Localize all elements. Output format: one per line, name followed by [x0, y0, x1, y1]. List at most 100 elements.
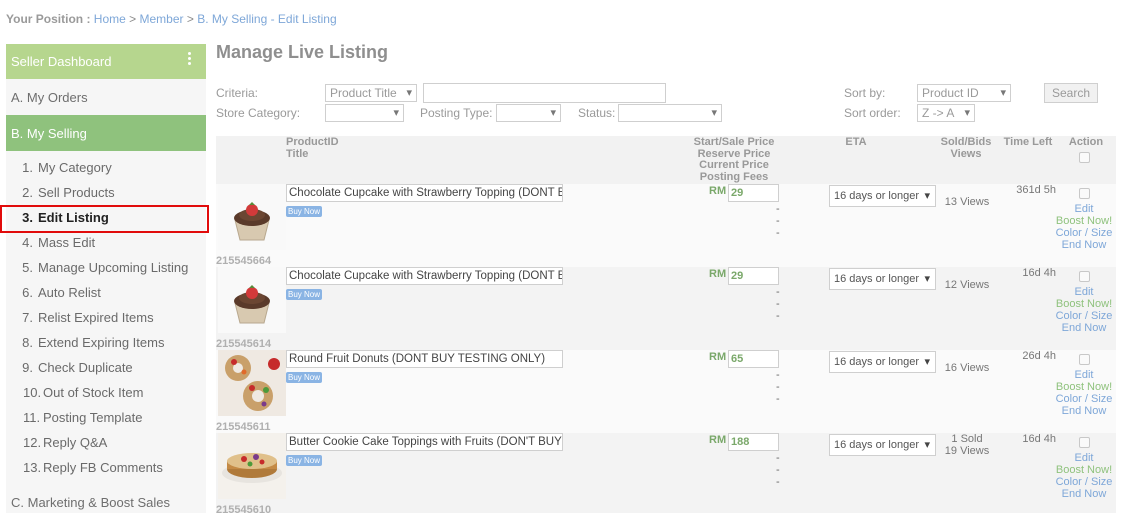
price-input[interactable]: 65	[728, 350, 779, 368]
seller-dashboard-header[interactable]: Seller Dashboard	[6, 44, 206, 79]
eta-select[interactable]: 16 days or longer	[829, 185, 936, 207]
color-size-link[interactable]: Color / Size	[1052, 227, 1116, 239]
product-title-input[interactable]: Butter Cookie Cake Toppings with Fruits …	[286, 433, 563, 451]
boost-now-link[interactable]: Boost Now!	[1052, 464, 1116, 476]
sidebar-item-manage-upcoming[interactable]: 5. Manage Upcoming Listing	[6, 255, 206, 280]
row-actions: Edit Boost Now! Color / Size End Now	[1052, 271, 1116, 334]
time-left: 361d 5h	[1016, 184, 1056, 196]
row-checkbox[interactable]	[1078, 354, 1090, 365]
sidebar: Seller Dashboard A. My Orders B. My Sell…	[0, 44, 209, 513]
breadcrumb-current[interactable]: B. My Selling - Edit Listing	[197, 12, 336, 26]
posting-fees: -	[776, 227, 780, 239]
sidebar-item-reply-qa[interactable]: 12. Reply Q&A	[6, 430, 206, 455]
product-thumbnail[interactable]	[218, 350, 286, 416]
product-id: 215545664	[216, 255, 272, 267]
header-sold-views: Sold/Bids Views	[940, 136, 992, 160]
posting-type-select[interactable]	[496, 104, 561, 122]
row-checkbox[interactable]	[1078, 188, 1090, 199]
product-title-input[interactable]: Round Fruit Donuts (DONT BUY TESTING ONL…	[286, 350, 563, 368]
price-input[interactable]: 188	[728, 433, 779, 451]
item-number: 13.	[23, 460, 42, 475]
price-input[interactable]: 29	[728, 184, 779, 202]
criteria-select[interactable]: Product Title	[325, 84, 417, 102]
end-now-link[interactable]: End Now	[1052, 488, 1116, 500]
sidebar-item-marketing[interactable]: C. Marketing & Boost Sales	[6, 490, 170, 513]
seller-dashboard-label: Seller Dashboard	[11, 54, 112, 69]
item-number: 11.	[23, 410, 41, 425]
sidebar-item-my-category[interactable]: 1. My Category	[6, 155, 206, 180]
sidebar-item-mass-edit[interactable]: 4. Mass Edit	[6, 230, 206, 255]
row-checkbox[interactable]	[1078, 437, 1090, 448]
boost-now-link[interactable]: Boost Now!	[1052, 381, 1116, 393]
time-left: 16d 4h	[1022, 433, 1056, 445]
item-number: 5.	[22, 260, 33, 275]
sidebar-item-auto-relist[interactable]: 6. Auto Relist	[6, 280, 206, 305]
my-selling-submenu: 1. My Category 2. Sell Products 3. Edit Lis…	[0, 151, 209, 480]
criteria-search-input[interactable]	[423, 83, 666, 103]
currency-label: RM	[709, 268, 727, 280]
select-all-checkbox[interactable]	[1079, 152, 1090, 163]
boost-now-link[interactable]: Boost Now!	[1052, 298, 1116, 310]
product-thumbnail[interactable]	[218, 433, 286, 499]
boost-now-link[interactable]: Boost Now!	[1052, 215, 1116, 227]
item-number: 10.	[23, 385, 42, 400]
color-size-link[interactable]: Color / Size	[1052, 310, 1116, 322]
end-now-link[interactable]: End Now	[1052, 239, 1116, 251]
breadcrumb-home-link[interactable]: Home	[94, 12, 126, 26]
item-label: Mass Edit	[38, 235, 96, 250]
listing-table: ProductID Title Start/Sale Price Reserve…	[216, 136, 1116, 513]
price-input[interactable]: 29	[728, 267, 779, 285]
product-id: 215545610	[216, 504, 272, 513]
table-header: ProductID Title Start/Sale Price Reserve…	[216, 136, 1116, 184]
edit-link[interactable]: Edit	[1052, 369, 1116, 381]
sidebar-item-out-of-stock[interactable]: 10. Out of Stock Item	[6, 380, 206, 405]
sort-order-select[interactable]: Z -> A	[917, 104, 975, 122]
criteria-label: Criteria:	[216, 86, 259, 100]
edit-link[interactable]: Edit	[1052, 452, 1116, 464]
row-actions: Edit Boost Now! Color / Size End Now	[1052, 437, 1116, 500]
sidebar-item-reply-fb[interactable]: 13. Reply FB Comments	[6, 455, 206, 480]
color-size-link[interactable]: Color / Size	[1052, 393, 1116, 405]
product-thumbnail[interactable]	[218, 184, 286, 250]
store-category-select[interactable]	[325, 104, 404, 122]
sidebar-item-my-selling[interactable]: B. My Selling	[6, 115, 206, 151]
more-vertical-icon[interactable]	[188, 52, 192, 67]
breadcrumb: Your Position : Home > Member > B. My Se…	[6, 12, 337, 26]
sort-by-select[interactable]: Product ID	[917, 84, 1011, 102]
edit-link[interactable]: Edit	[1052, 203, 1116, 215]
product-title-input[interactable]: Chocolate Cupcake with Strawberry Toppin…	[286, 184, 563, 202]
item-label: Manage Upcoming Listing	[38, 260, 189, 275]
sidebar-item-check-duplicate[interactable]: 9. Check Duplicate	[6, 355, 206, 380]
end-now-link[interactable]: End Now	[1052, 405, 1116, 417]
reserve-price: -	[776, 452, 780, 464]
end-now-link[interactable]: End Now	[1052, 322, 1116, 334]
item-label: Extend Expiring Items	[38, 335, 165, 350]
eta-select[interactable]: 16 days or longer	[829, 351, 936, 373]
sidebar-item-my-orders[interactable]: A. My Orders	[6, 79, 206, 115]
eta-select[interactable]: 16 days or longer	[829, 434, 936, 456]
currency-label: RM	[709, 434, 727, 446]
product-thumbnail[interactable]	[218, 267, 286, 333]
sidebar-item-posting-template[interactable]: 11. Posting Template	[6, 405, 206, 430]
product-id: 215545611	[216, 421, 271, 433]
color-size-link[interactable]: Color / Size	[1052, 476, 1116, 488]
header-eta: ETA	[845, 136, 867, 148]
item-number: 2.	[22, 185, 33, 200]
sidebar-item-edit-listing[interactable]: 3. Edit Listing	[0, 205, 209, 233]
edit-link[interactable]: Edit	[1052, 286, 1116, 298]
eta-select[interactable]: 16 days or longer	[829, 268, 936, 290]
reserve-price: -	[776, 369, 780, 381]
breadcrumb-member-link[interactable]: Member	[140, 12, 184, 26]
breadcrumb-prefix: Your Position :	[6, 12, 91, 26]
posting-type-label: Posting Type:	[420, 106, 493, 120]
search-button[interactable]: Search	[1044, 83, 1098, 103]
row-checkbox[interactable]	[1078, 271, 1090, 282]
sidebar-item-sell-products[interactable]: 2. Sell Products	[6, 180, 206, 205]
row-actions: Edit Boost Now! Color / Size End Now	[1052, 354, 1116, 417]
store-category-label: Store Category:	[216, 106, 301, 120]
sidebar-item-extend-expiring[interactable]: 8. Extend Expiring Items	[6, 330, 206, 355]
table-row: 215545614 Chocolate Cupcake with Strawbe…	[216, 267, 1116, 350]
product-title-input[interactable]: Chocolate Cupcake with Strawberry Toppin…	[286, 267, 563, 285]
status-select[interactable]	[618, 104, 722, 122]
sidebar-item-relist-expired[interactable]: 7. Relist Expired Items	[6, 305, 206, 330]
